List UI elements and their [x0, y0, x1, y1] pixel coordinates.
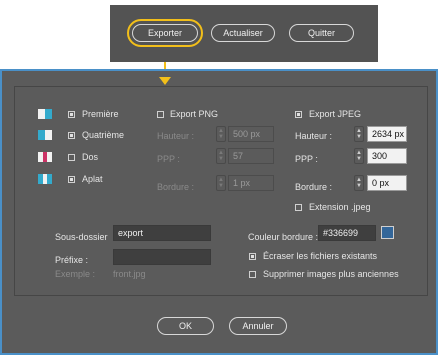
export-png-checkbox[interactable]: [157, 111, 164, 118]
page-swatch-4: [38, 174, 53, 184]
jpeg-border-stepper[interactable]: ▲ ▼: [354, 175, 364, 191]
subfolder-input[interactable]: export: [113, 225, 211, 241]
border-color-swatch[interactable]: [381, 226, 394, 239]
page-swatch-2: [38, 130, 52, 140]
overwrite-checkbox[interactable]: [249, 253, 256, 260]
cancel-button[interactable]: Annuler: [229, 317, 287, 335]
quit-button[interactable]: Quitter: [289, 24, 354, 42]
jpeg-ppp-stepper[interactable]: ▲ ▼: [354, 148, 364, 164]
page-label-1: Première: [82, 109, 119, 119]
export-png-label: Export PNG: [170, 109, 219, 119]
page-label-3: Dos: [82, 152, 99, 162]
example-value: front.jpg: [113, 269, 146, 279]
prefix-label: Préfixe :: [55, 255, 89, 265]
jpeg-border-input[interactable]: 0 px: [367, 175, 407, 191]
png-ppp-input[interactable]: 57: [228, 148, 274, 164]
export-dialog: Première Quatrième Dos Aplat Export PNG …: [0, 69, 438, 355]
prefix-input[interactable]: [113, 249, 211, 265]
png-ppp-stepper[interactable]: ▲ ▼: [216, 148, 226, 164]
example-label: Exemple :: [55, 269, 96, 279]
png-ppp-label: PPP :: [157, 154, 180, 164]
page-checkbox-3[interactable]: [68, 154, 75, 161]
jpeg-height-label: Hauteur :: [295, 131, 333, 141]
jpeg-ppp-input[interactable]: 300: [367, 148, 407, 164]
border-color-input[interactable]: #336699: [318, 225, 376, 241]
png-border-input[interactable]: 1 px: [228, 175, 274, 191]
page-swatch-1: [38, 109, 52, 119]
png-height-stepper[interactable]: ▲ ▼: [216, 126, 226, 142]
jpeg-extension-checkbox[interactable]: [295, 204, 302, 211]
border-color-label: Couleur bordure :: [248, 232, 319, 242]
subfolder-label: Sous-dossier: [55, 232, 108, 242]
page-label-4: Aplat: [82, 174, 103, 184]
png-height-input[interactable]: 500 px: [228, 126, 274, 142]
jpeg-border-label: Bordure :: [295, 182, 333, 192]
jpeg-extension-label: Extension .jpeg: [309, 202, 371, 212]
ok-button[interactable]: OK: [157, 317, 214, 335]
png-border-stepper[interactable]: ▲ ▼: [216, 175, 226, 191]
jpeg-height-input[interactable]: 2634 px: [367, 126, 407, 142]
page-checkbox-1[interactable]: [68, 111, 75, 118]
delete-old-checkbox[interactable]: [249, 271, 256, 278]
refresh-button[interactable]: Actualiser: [211, 24, 275, 42]
jpeg-height-stepper[interactable]: ▲ ▼: [354, 126, 364, 142]
png-border-label: Bordure :: [157, 182, 195, 192]
overwrite-label: Écraser les fichiers existants: [263, 251, 378, 261]
arrow-down-icon: [159, 77, 171, 85]
settings-panel: Première Quatrième Dos Aplat Export PNG …: [14, 86, 428, 296]
export-button[interactable]: Exporter: [132, 24, 198, 42]
page-checkbox-2[interactable]: [68, 132, 75, 139]
delete-old-label: Supprimer images plus anciennes: [263, 269, 399, 279]
page-swatch-3: [38, 152, 53, 162]
page-checkbox-4[interactable]: [68, 176, 75, 183]
export-jpeg-checkbox[interactable]: [295, 111, 302, 118]
page-label-2: Quatrième: [82, 130, 125, 140]
jpeg-ppp-label: PPP :: [295, 154, 318, 164]
top-toolbar: Exporter Actualiser Quitter: [110, 5, 378, 62]
png-height-label: Hauteur :: [157, 131, 195, 141]
export-jpeg-label: Export JPEG: [309, 109, 362, 119]
